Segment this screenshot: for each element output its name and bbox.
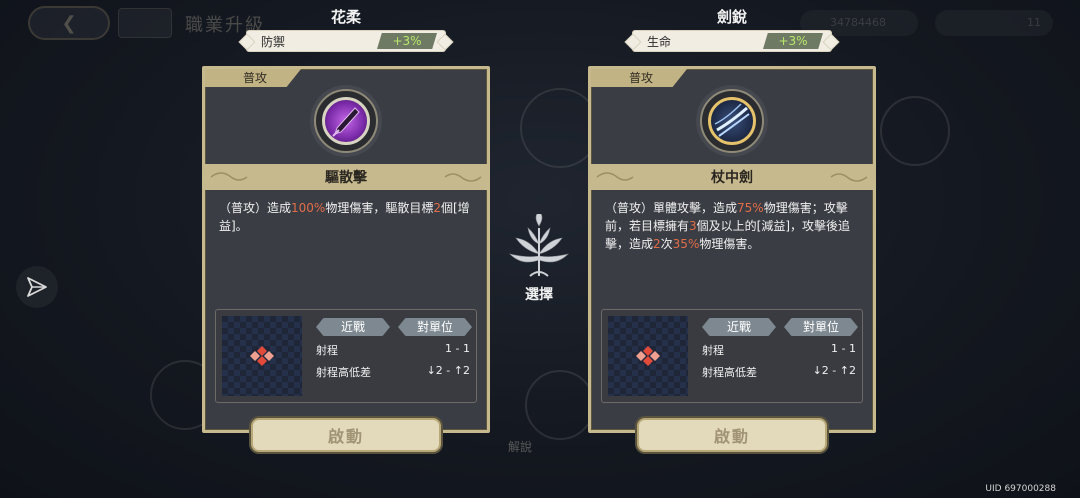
desc-text: （普攻）造成 (219, 201, 292, 215)
left-skill-tag: 普攻 (205, 69, 301, 87)
desc-text: 物理傷害，驅散目標 (325, 201, 434, 215)
left-attack-type: 近戰 (316, 318, 390, 336)
right-stat-label: 生命 (647, 34, 672, 49)
right-skill-name: 杖中劍 (711, 170, 753, 186)
background-tab-help: 解說 (508, 440, 533, 454)
right-height-row: 射程高低差 ↓2 - ↑2 (702, 364, 856, 380)
height-label: 射程高低差 (702, 366, 757, 379)
desc-text: 次 (660, 237, 673, 251)
right-skill-description: （普攻）單體攻擊，造成75%物理傷害；攻擊前，若目標擁有3個及以上的[減益]，攻… (605, 199, 865, 253)
desc-highlight: 35% (672, 237, 700, 251)
range-marker-icon (636, 346, 660, 366)
left-skill-name-bar: 驅散擊 (205, 164, 487, 190)
purple-blade-icon (322, 97, 370, 145)
desc-highlight: 75% (737, 201, 764, 215)
desc-highlight: 3 (689, 219, 697, 233)
left-stat-bar: 防禦 +3% (246, 30, 446, 52)
right-target-type: 對單位 (784, 318, 858, 336)
left-range-row: 射程 1 - 1 (316, 342, 470, 358)
height-label: 射程高低差 (316, 366, 371, 379)
ornament-icon (210, 172, 248, 181)
desc-highlight: 2 (653, 237, 661, 251)
ornament-icon (444, 173, 482, 182)
ornament-icon (596, 172, 634, 181)
right-range-panel: 近戰 對單位 射程 1 - 1 射程高低差 ↓2 - ↑2 (601, 309, 863, 403)
desc-highlight: 2 (433, 201, 441, 215)
right-stat-bar: 生命 +3% (632, 30, 832, 52)
range-label: 射程 (702, 344, 724, 357)
share-button[interactable] (16, 266, 58, 308)
right-skill-card[interactable]: 普攻 杖中劍 （普攻）單體攻擊，造成75%物理傷害；攻擊前，若目標擁有3個及以上… (588, 66, 876, 452)
left-height-row: 射程高低差 ↓2 - ↑2 (316, 364, 470, 380)
right-range-row: 射程 1 - 1 (702, 342, 856, 358)
left-stat-bonus: +3% (377, 33, 437, 49)
left-skill-card[interactable]: 普攻 驅散擊 （普攻）造成100%物理傷害，驅散目標2個[增益]。 近戰 對單位… (202, 66, 490, 452)
left-class-name: 花柔 (330, 8, 361, 26)
desc-highlight: 100% (291, 201, 326, 215)
select-label: 選擇 (525, 287, 553, 303)
menu-grid-icon (118, 8, 172, 38)
left-skill-description: （普攻）造成100%物理傷害，驅散目標2個[增益]。 (219, 199, 479, 235)
background-ring (880, 96, 950, 166)
range-marker-icon (250, 346, 274, 366)
range-value: 1 - 1 (831, 342, 856, 355)
desc-text: 物理傷害。 (699, 237, 760, 251)
right-skill-icon-frame (700, 89, 764, 153)
right-attack-type: 近戰 (702, 318, 776, 336)
back-button: ❮ (28, 6, 110, 40)
slash-icon (708, 97, 756, 145)
range-map (608, 316, 688, 396)
height-value: ↓2 - ↑2 (426, 364, 470, 377)
left-range-panel: 近戰 對單位 射程 1 - 1 射程高低差 ↓2 - ↑2 (215, 309, 477, 403)
uid-label: UID 697000288 (985, 484, 1056, 494)
background-top-bar: ❮ 職業升級 34784468 11 (0, 0, 1080, 48)
left-skill-icon-frame (314, 89, 378, 153)
right-class-header: 劍銳 生命 +3% (632, 6, 832, 52)
right-skill-tag: 普攻 (591, 69, 687, 87)
right-class-name: 劍銳 (716, 8, 747, 26)
tree-emblem-icon (509, 211, 569, 277)
left-class-header: 花柔 防禦 +3% (246, 6, 446, 52)
desc-text: （普攻）單體攻擊，造成 (605, 201, 738, 215)
left-activate-button[interactable]: 啟動 (251, 418, 441, 452)
gem-counter: 11 (935, 10, 1053, 36)
height-value: ↓2 - ↑2 (812, 364, 856, 377)
select-emblem[interactable]: 選擇 (502, 211, 576, 304)
range-label: 射程 (316, 344, 338, 357)
right-activate-button[interactable]: 啟動 (637, 418, 827, 452)
left-target-type: 對單位 (398, 318, 472, 336)
ornament-icon (830, 173, 868, 182)
send-icon (27, 277, 47, 297)
left-stat-label: 防禦 (261, 34, 286, 49)
right-stat-bonus: +3% (763, 33, 823, 49)
range-map (222, 316, 302, 396)
background-ring (525, 370, 595, 440)
left-skill-name: 驅散擊 (325, 170, 367, 186)
right-skill-name-bar: 杖中劍 (591, 164, 873, 190)
range-value: 1 - 1 (445, 342, 470, 355)
